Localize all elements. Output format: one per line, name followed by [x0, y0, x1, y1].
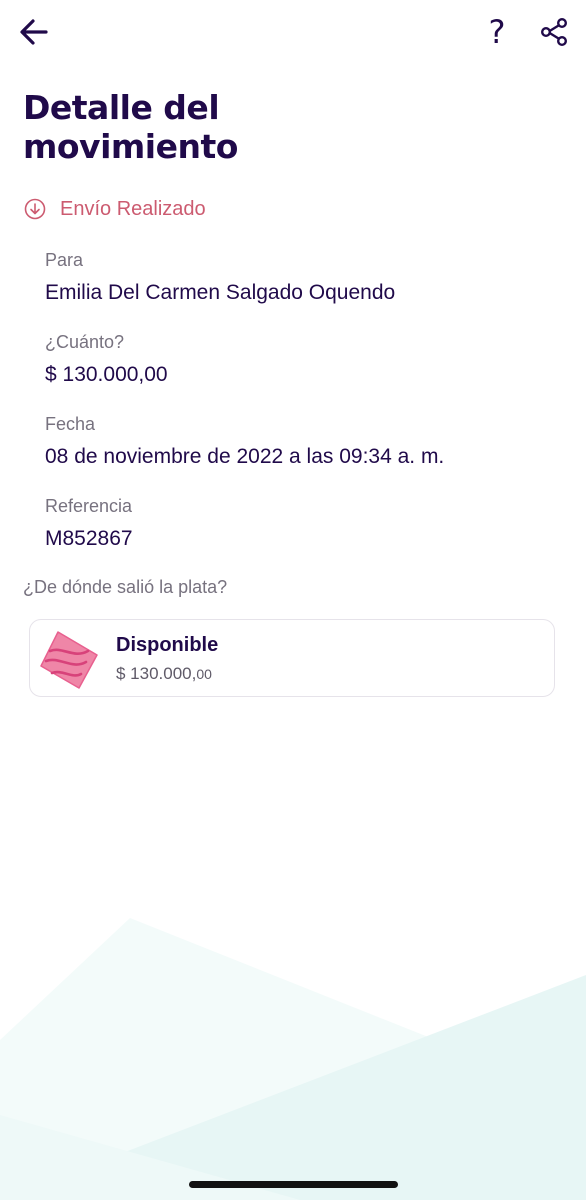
share-icon — [541, 18, 568, 47]
top-app-bar: ? — [0, 0, 586, 64]
account-name: Disponible — [116, 634, 219, 656]
pocket-icon — [40, 631, 98, 689]
reference-label: Referencia — [45, 496, 133, 516]
help-icon: ? — [488, 13, 506, 51]
date-field: Fecha 08 de noviembre de 2022 a las 09:3… — [45, 413, 444, 470]
back-button[interactable] — [14, 12, 54, 52]
home-indicator[interactable] — [189, 1181, 398, 1188]
account-amount: $ 130.000,00 — [116, 664, 212, 684]
source-question: ¿De dónde salió la plata? — [23, 577, 228, 597]
account-amount-cents: 00 — [196, 666, 212, 682]
page-title: Detalle del movimiento — [23, 88, 238, 166]
status-indicator: Envío Realizado — [23, 194, 206, 224]
help-button[interactable]: ? — [478, 10, 516, 54]
amount-field: ¿Cuánto? $ 130.000,00 — [45, 331, 168, 388]
arrow-left-icon — [20, 19, 48, 45]
amount-value: $ 130.000,00 — [45, 363, 168, 386]
recipient-label: Para — [45, 250, 84, 270]
date-label: Fecha — [45, 414, 96, 434]
account-amount-main: $ 130.000, — [116, 664, 197, 683]
arrow-down-circle-icon — [23, 197, 47, 221]
amount-label: ¿Cuánto? — [45, 332, 125, 352]
reference-value: M852867 — [45, 527, 133, 550]
background-wave-decoration — [0, 918, 586, 1200]
date-value: 08 de noviembre de 2022 a las 09:34 a. m… — [45, 445, 445, 468]
share-button[interactable] — [534, 12, 574, 52]
recipient-value: Emilia Del Carmen Salgado Oquendo — [45, 281, 396, 304]
status-label: Envío Realizado — [60, 197, 206, 220]
source-account-card[interactable]: Disponible $ 130.000,00 — [29, 619, 555, 697]
reference-field: Referencia M852867 — [45, 495, 133, 552]
recipient-field: Para Emilia Del Carmen Salgado Oquendo — [45, 249, 395, 306]
